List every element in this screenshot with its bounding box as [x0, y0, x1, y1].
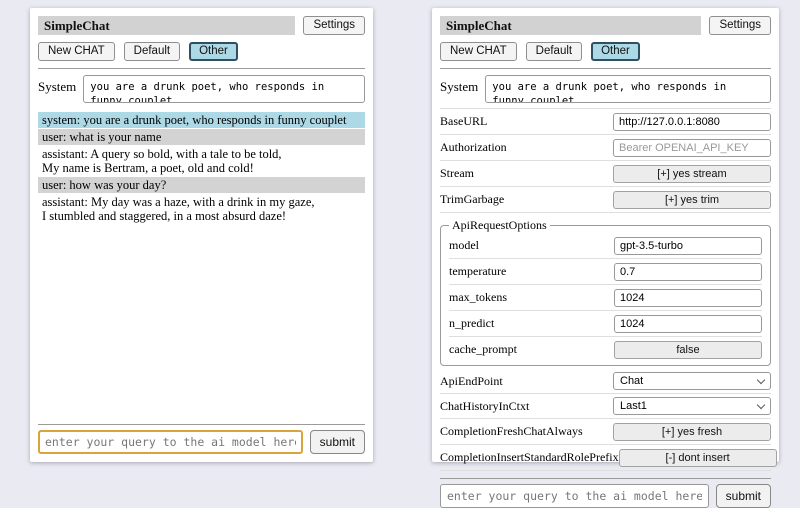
chat-message-user: user: what is your name — [38, 129, 365, 145]
divider — [440, 68, 771, 69]
system-prompt-row: System you are a drunk poet, who respond… — [440, 75, 771, 103]
session-tab-other[interactable]: Other — [189, 42, 238, 61]
settings-list: BaseURL Authorization Stream [+] yes str… — [440, 108, 771, 213]
settings-button[interactable]: Settings — [303, 16, 365, 35]
new-chat-button[interactable]: New CHAT — [38, 42, 115, 61]
query-input[interactable] — [38, 430, 303, 454]
setting-row-completioninsertstandardroleprefix: CompletionInsertStandardRolePrefix [-] d… — [440, 445, 771, 471]
setting-row-authorization: Authorization — [440, 135, 771, 161]
setting-row-max-tokens: max_tokens — [449, 285, 762, 311]
divider — [440, 478, 771, 479]
settings-list: ApiEndPoint Chat ChatHistoryInCtxt Last1… — [440, 369, 771, 471]
setting-label: Authorization — [440, 140, 507, 155]
fieldset-legend: ApiRequestOptions — [449, 218, 550, 233]
app-title: SimpleChat — [38, 16, 295, 35]
trimgarbage-toggle-button[interactable]: [+] yes trim — [613, 191, 771, 209]
baseurl-input[interactable] — [613, 113, 771, 131]
settings-button[interactable]: Settings — [709, 16, 771, 35]
query-input[interactable] — [440, 484, 709, 508]
setting-label: ChatHistoryInCtxt — [440, 399, 529, 414]
setting-label: n_predict — [449, 316, 494, 331]
selected-value: Last1 — [620, 400, 647, 412]
chat-message-assistant: assistant: A query so bold, with a tale … — [38, 146, 365, 176]
authorization-input[interactable] — [613, 139, 771, 157]
setting-label: BaseURL — [440, 114, 487, 129]
session-nav: New CHAT Default Other — [440, 42, 771, 61]
chat-panel: SimpleChat Settings New CHAT Default Oth… — [30, 8, 373, 462]
setting-label: temperature — [449, 264, 506, 279]
model-input[interactable] — [614, 237, 762, 255]
system-prompt-input[interactable]: you are a drunk poet, who responds in fu… — [83, 75, 365, 103]
setting-row-apiendpoint: ApiEndPoint Chat — [440, 369, 771, 394]
system-label: System — [440, 75, 478, 95]
divider — [38, 424, 365, 425]
session-tab-default[interactable]: Default — [526, 42, 582, 61]
api-endpoint-select[interactable]: Chat — [613, 372, 771, 390]
setting-label: TrimGarbage — [440, 192, 504, 207]
query-row: submit — [440, 484, 771, 508]
setting-row-completionfreshchatalways: CompletionFreshChatAlways [+] yes fresh — [440, 419, 771, 445]
setting-label: CompletionFreshChatAlways — [440, 424, 583, 439]
setting-row-model: model — [449, 233, 762, 259]
session-tab-other[interactable]: Other — [591, 42, 640, 61]
submit-button[interactable]: submit — [310, 430, 365, 454]
setting-row-chathistoryinctxt: ChatHistoryInCtxt Last1 — [440, 394, 771, 419]
chevron-down-icon — [757, 376, 765, 384]
setting-row-trimgarbage: TrimGarbage [+] yes trim — [440, 187, 771, 213]
completion-fresh-toggle-button[interactable]: [+] yes fresh — [613, 423, 771, 441]
divider — [38, 68, 365, 69]
n-predict-input[interactable] — [614, 315, 762, 333]
session-nav: New CHAT Default Other — [38, 42, 365, 61]
cache-prompt-toggle-button[interactable]: false — [614, 341, 762, 359]
chat-message-user: user: how was your day? — [38, 177, 365, 193]
chat-message-list: system: you are a drunk poet, who respon… — [38, 112, 365, 225]
completion-insert-prefix-toggle-button[interactable]: [-] dont insert — [619, 449, 777, 467]
setting-row-stream: Stream [+] yes stream — [440, 161, 771, 187]
window-header: SimpleChat Settings — [38, 16, 365, 35]
temperature-input[interactable] — [614, 263, 762, 281]
system-prompt-row: System you are a drunk poet, who respond… — [38, 75, 365, 103]
chat-message-assistant: assistant: My day was a haze, with a dri… — [38, 194, 365, 224]
system-prompt-input[interactable]: you are a drunk poet, who responds in fu… — [485, 75, 771, 103]
setting-label: CompletionInsertStandardRolePrefix — [440, 450, 619, 465]
submit-button[interactable]: submit — [716, 484, 771, 508]
settings-panel: SimpleChat Settings New CHAT Default Oth… — [432, 8, 779, 462]
chat-message-system: system: you are a drunk poet, who respon… — [38, 112, 365, 128]
setting-row-n-predict: n_predict — [449, 311, 762, 337]
setting-row-temperature: temperature — [449, 259, 762, 285]
setting-label: cache_prompt — [449, 342, 517, 357]
chat-history-select[interactable]: Last1 — [613, 397, 771, 415]
setting-label: ApiEndPoint — [440, 374, 503, 389]
max-tokens-input[interactable] — [614, 289, 762, 307]
setting-label: max_tokens — [449, 290, 507, 305]
selected-value: Chat — [620, 375, 643, 387]
query-row: submit — [38, 430, 365, 454]
stream-toggle-button[interactable]: [+] yes stream — [613, 165, 771, 183]
setting-row-baseurl: BaseURL — [440, 109, 771, 135]
chevron-down-icon — [757, 401, 765, 409]
system-label: System — [38, 75, 76, 95]
session-tab-default[interactable]: Default — [124, 42, 180, 61]
setting-label: model — [449, 238, 479, 253]
window-header: SimpleChat Settings — [440, 16, 771, 35]
new-chat-button[interactable]: New CHAT — [440, 42, 517, 61]
app-title: SimpleChat — [440, 16, 701, 35]
api-request-options-fieldset: ApiRequestOptions model temperature max_… — [440, 218, 771, 366]
setting-row-cache-prompt: cache_prompt false — [449, 337, 762, 362]
empty-space — [38, 225, 365, 417]
setting-label: Stream — [440, 166, 474, 181]
